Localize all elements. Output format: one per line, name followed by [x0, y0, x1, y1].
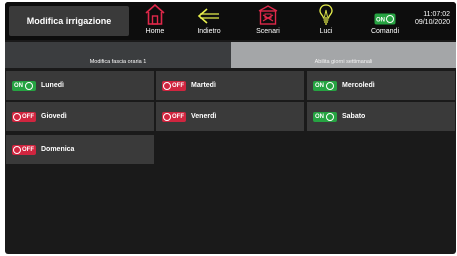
home-label: Home: [145, 28, 165, 35]
day-thursday[interactable]: OFF Giovedì: [6, 102, 154, 131]
scenarios-button[interactable]: Scenari: [251, 3, 285, 39]
day-label: Venerdì: [191, 113, 217, 120]
toggle-knob: [326, 112, 334, 121]
commands-badge-text: ON: [376, 18, 385, 24]
tab-time-slot[interactable]: Modifica fascia oraria 1: [5, 42, 231, 68]
clock: 11:07:02 09/10/2020: [415, 11, 450, 27]
home-button[interactable]: Home: [140, 3, 170, 39]
tab-weekdays[interactable]: Abilita giorni settimanali: [231, 42, 456, 68]
lights-label: Luci: [319, 28, 333, 35]
day-label: Mercoledì: [342, 82, 375, 89]
clock-date: 09/10/2020: [414, 19, 450, 26]
commands-button[interactable]: ON Comandi: [367, 3, 403, 39]
day-friday[interactable]: OFF Venerdì: [156, 102, 304, 131]
day-label: Giovedì: [41, 113, 67, 120]
toggle-icon: ON: [374, 3, 396, 25]
clock-time: 11:07:02: [423, 11, 450, 18]
day-label: Lunedì: [41, 82, 64, 89]
device-screen: Modifica irrigazione Home Indietro Scena…: [5, 2, 456, 254]
back-arrow-icon: [197, 3, 221, 25]
day-label: Domenica: [41, 146, 75, 153]
toggle-knob: [326, 81, 334, 90]
lights-button[interactable]: Luci: [313, 3, 339, 39]
toggle-knob: [163, 81, 171, 90]
day-wednesday[interactable]: ON Mercoledì: [307, 71, 455, 100]
day-label: Martedì: [191, 82, 216, 89]
day-tuesday[interactable]: OFF Martedì: [156, 71, 304, 100]
page-title: Modifica irrigazione: [9, 6, 129, 36]
day-monday[interactable]: ON Lunedì: [6, 71, 154, 100]
saturday-toggle[interactable]: ON: [313, 111, 337, 122]
wednesday-toggle[interactable]: ON: [313, 80, 337, 91]
tab-weekdays-label: Abilita giorni settimanali: [314, 59, 373, 65]
tuesday-toggle[interactable]: OFF: [162, 80, 186, 91]
lightbulb-icon: [319, 3, 333, 25]
home-icon: [145, 3, 165, 25]
thursday-toggle[interactable]: OFF: [12, 111, 36, 122]
toggle-knob: [13, 112, 21, 121]
tab-time-slot-label: Modifica fascia oraria 1: [89, 59, 147, 65]
sunday-toggle[interactable]: OFF: [12, 144, 36, 155]
friday-toggle[interactable]: OFF: [162, 111, 186, 122]
monday-toggle[interactable]: ON: [12, 80, 36, 91]
toggle-knob: [25, 81, 33, 90]
commands-label: Comandi: [370, 28, 399, 35]
day-saturday[interactable]: ON Sabato: [307, 102, 455, 131]
day-sunday[interactable]: OFF Domenica: [6, 135, 154, 164]
back-label: Indietro: [197, 28, 221, 35]
toggle-knob: [13, 145, 21, 154]
day-label: Sabato: [342, 113, 366, 120]
scenarios-label: Scenari: [256, 28, 280, 35]
scenarios-icon: [258, 3, 278, 25]
back-button[interactable]: Indietro: [191, 3, 227, 39]
toggle-knob: [163, 112, 171, 121]
top-bar: Modifica irrigazione Home Indietro Scena…: [5, 2, 456, 40]
